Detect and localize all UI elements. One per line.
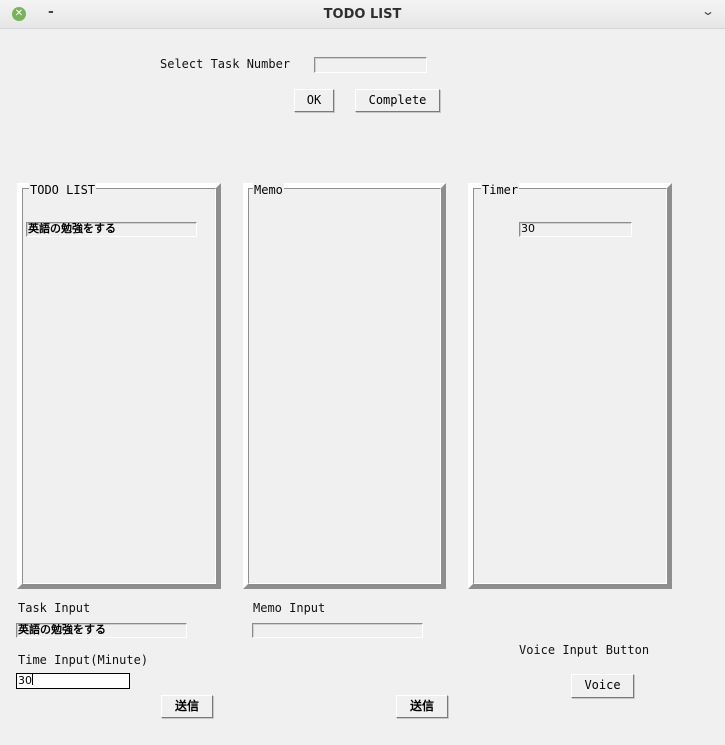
memo-input[interactable]: [252, 623, 423, 638]
todo-list-frame: TODO LIST: [17, 183, 221, 589]
task-input-label: Task Input: [18, 601, 91, 615]
task-send-button[interactable]: 送信: [161, 695, 213, 718]
time-input-value: 30: [18, 674, 32, 687]
text-cursor: [32, 674, 33, 685]
app-window: ✕ - TODO LIST ⌄ Select Task Number OK Co…: [0, 0, 725, 745]
timer-frame-title: Timer: [481, 183, 520, 197]
select-task-label: Select Task Number: [160, 57, 291, 71]
complete-button[interactable]: Complete: [355, 89, 440, 112]
time-input-label: Time Input(Minute): [18, 653, 149, 667]
chevron-down-icon[interactable]: ⌄: [701, 4, 715, 18]
voice-button[interactable]: Voice: [571, 674, 634, 698]
voice-input-label: Voice Input Button: [519, 643, 650, 657]
todo-list-frame-title: TODO LIST: [29, 183, 97, 197]
task-input[interactable]: 英語の勉強をする: [16, 623, 187, 638]
timer-frame: Timer: [468, 183, 672, 589]
window-title: TODO LIST: [323, 7, 402, 22]
time-input[interactable]: 30: [16, 673, 130, 689]
memo-input-label: Memo Input: [253, 601, 326, 615]
timer-item-0[interactable]: 30: [519, 222, 632, 237]
select-task-input[interactable]: [314, 57, 427, 73]
memo-frame-title: Memo: [253, 183, 284, 197]
memo-send-button[interactable]: 送信: [396, 695, 448, 718]
title-bar: ✕ - TODO LIST ⌄: [0, 0, 725, 29]
memo-frame: Memo: [243, 183, 446, 589]
ok-button[interactable]: OK: [294, 89, 334, 112]
todo-item-0[interactable]: 英語の勉強をする: [26, 222, 197, 237]
